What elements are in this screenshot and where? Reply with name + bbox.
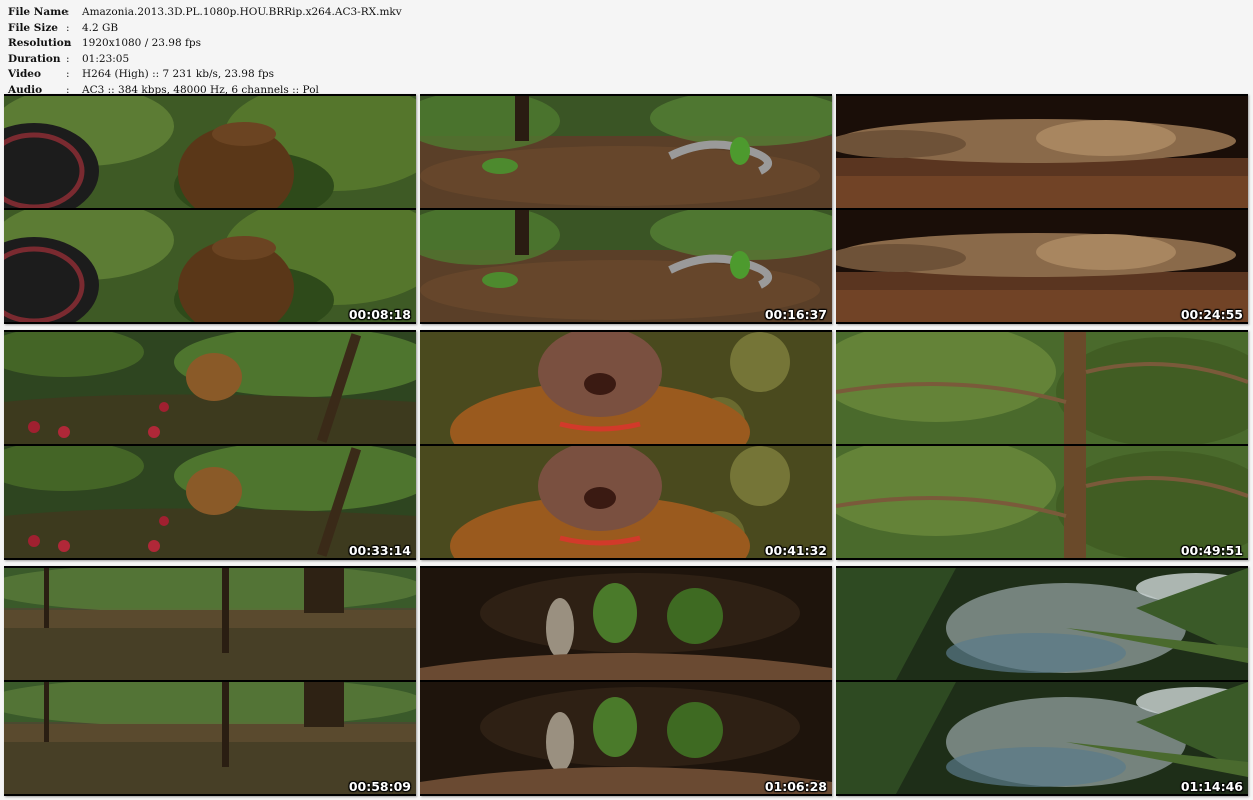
timestamp-label: 00:24:55	[1180, 307, 1243, 322]
info-row-duration: Duration : 01:23:05	[8, 52, 402, 68]
thumbnail-flooded-forest[interactable]: 00:58:09	[4, 566, 416, 796]
stereo-frame-top	[4, 568, 416, 680]
info-row-video: Video : H264 (High) :: 7 231 kb/s, 23.98…	[8, 67, 402, 83]
timestamp-label: 01:06:28	[764, 779, 827, 794]
timestamp-label: 00:16:37	[764, 307, 827, 322]
stereo-frame-bottom	[420, 446, 832, 558]
stereo-frame-bottom	[836, 682, 1248, 794]
info-separator: :	[66, 21, 70, 34]
timestamp-label: 00:08:18	[348, 307, 411, 322]
info-row-file-name: File Name : Amazonia.2013.3D.PL.1080p.HO…	[8, 5, 402, 21]
stereo-frame-top	[836, 96, 1248, 208]
file-info-panel: File Name : Amazonia.2013.3D.PL.1080p.HO…	[8, 5, 402, 98]
stereo-frame-bottom	[836, 210, 1248, 322]
stereo-frame-top	[836, 568, 1248, 680]
thumbnail-tree-canopy[interactable]: 00:49:51	[836, 330, 1248, 560]
info-separator: :	[66, 6, 70, 18]
stereo-frame-top	[4, 96, 416, 208]
stereo-frame-bottom	[420, 682, 832, 794]
info-key: Duration	[8, 52, 61, 65]
timestamp-label: 01:14:46	[1180, 779, 1243, 794]
stereo-frame-bottom	[4, 446, 416, 558]
thumbnail-monkey-closeup-collar[interactable]: 00:41:32	[420, 330, 832, 560]
stereo-frame-top	[4, 332, 416, 444]
thumbnail-jungle-smoke[interactable]: 01:14:46	[836, 566, 1248, 796]
timestamp-label: 00:41:32	[764, 543, 827, 558]
info-separator: :	[66, 37, 70, 49]
thumbnail-monkey-wheel[interactable]: 00:08:18	[4, 94, 416, 324]
info-value: 01:23:05	[82, 52, 130, 65]
info-row-file-size: File Size : 4.2 GB	[8, 21, 402, 37]
timestamp-label: 00:33:14	[348, 543, 411, 558]
stereo-frame-top	[420, 96, 832, 208]
stereo-frame-bottom	[420, 210, 832, 322]
stereo-frame-bottom	[4, 210, 416, 322]
stereo-frame-bottom	[836, 446, 1248, 558]
info-value: 4.2 GB	[82, 21, 119, 34]
info-key: File Size	[8, 21, 58, 34]
thumbnail-caiman-water[interactable]: 00:24:55	[836, 94, 1248, 324]
info-value: 1920x1080 / 23.98 fps	[82, 37, 201, 49]
thumbnail-monkey-log-berries[interactable]: 00:33:14	[4, 330, 416, 560]
stereo-frame-top	[420, 332, 832, 444]
timestamp-label: 00:49:51	[1180, 543, 1243, 558]
thumbnail-cave-arch[interactable]: 01:06:28	[420, 566, 832, 796]
info-value: Amazonia.2013.3D.PL.1080p.HOU.BRRip.x264…	[82, 6, 402, 18]
stereo-frame-top	[420, 568, 832, 680]
stereo-frame-bottom	[4, 682, 416, 794]
info-key: Resolution	[8, 37, 72, 49]
thumbnail-snake-forest-floor[interactable]: 00:16:37	[420, 94, 832, 324]
timestamp-label: 00:58:09	[348, 779, 411, 794]
info-separator: :	[66, 68, 70, 80]
info-row-resolution: Resolution : 1920x1080 / 23.98 fps	[8, 36, 402, 52]
stereo-frame-top	[836, 332, 1248, 444]
info-key: Video	[8, 68, 41, 80]
info-value: H264 (High) :: 7 231 kb/s, 23.98 fps	[82, 68, 274, 80]
info-key: File Name	[8, 6, 68, 18]
info-separator: :	[66, 52, 70, 65]
